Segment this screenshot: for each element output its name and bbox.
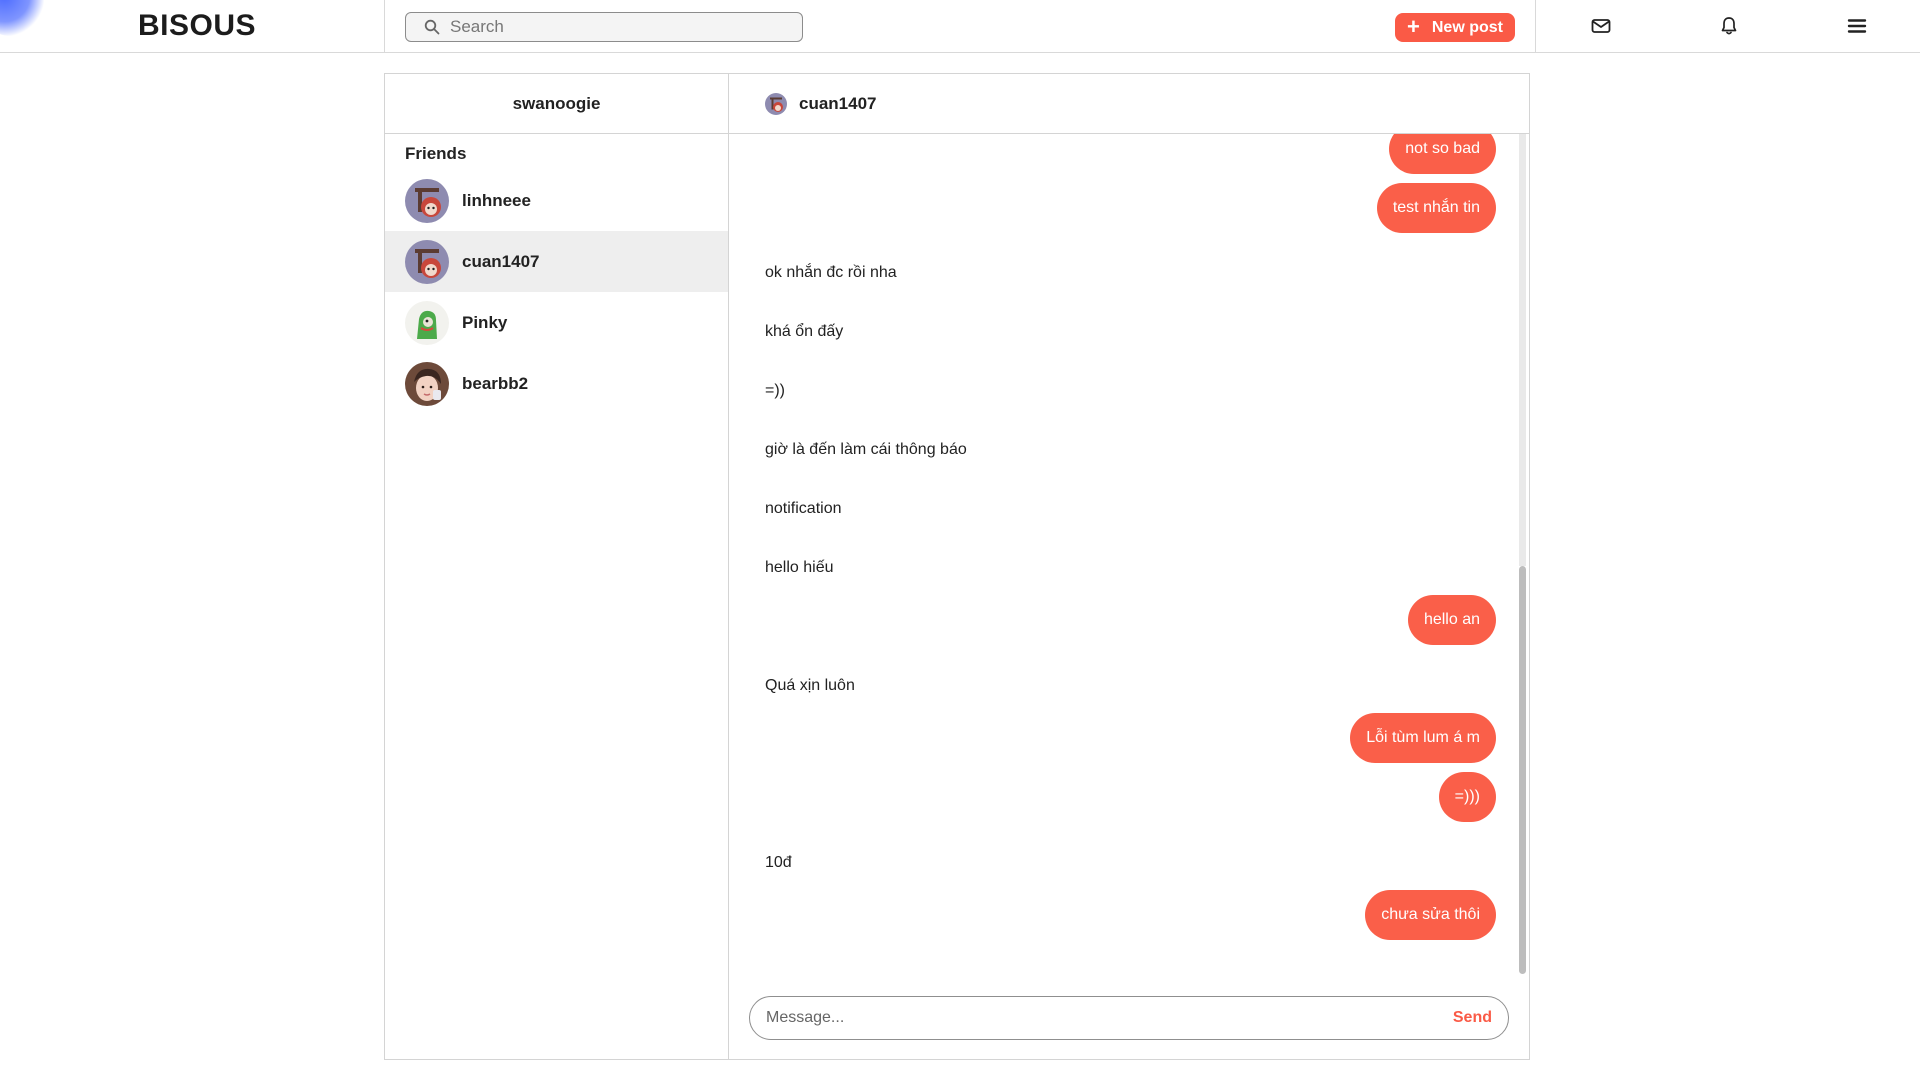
incoming-message: giờ là đến làm cái thông báo	[765, 441, 967, 458]
friend-name: linhneee	[462, 190, 531, 210]
decorative-blob	[0, 0, 44, 36]
bell-icon	[1721, 17, 1737, 35]
friend-item-pinky[interactable]: Pinky	[385, 292, 728, 353]
new-post-label: New post	[1431, 18, 1503, 36]
friend-name: cuan1407	[462, 251, 540, 271]
chat-header: cuan1407	[729, 74, 1529, 134]
scrollbar-track[interactable]	[1519, 134, 1526, 566]
incoming-message: Quá xịn luôn	[765, 677, 855, 694]
outgoing-message: not so bad	[1389, 134, 1496, 174]
incoming-message: notification	[765, 500, 842, 517]
hamburger-menu-icon	[1847, 19, 1867, 33]
avatar	[405, 178, 449, 223]
friend-item-linhneee[interactable]: linhneee	[385, 170, 728, 231]
chat-partner-name: cuan1407	[799, 93, 877, 113]
friend-name: bearbb2	[462, 373, 529, 393]
friend-name: Pinky	[462, 312, 508, 332]
outgoing-message: Lỗi tùm lum á m	[1350, 713, 1496, 763]
send-button[interactable]: Send	[1453, 1009, 1492, 1027]
avatar	[405, 239, 449, 284]
avatar	[405, 361, 449, 406]
current-username: swanoogie	[385, 74, 728, 134]
incoming-message: 10đ	[765, 854, 792, 871]
outgoing-message: test nhắn tin	[1376, 183, 1496, 233]
friend-item-bearbb2[interactable]: bearbb2	[385, 353, 728, 414]
brand-logo[interactable]: BISOUS	[138, 9, 256, 43]
friend-item-cuan1407[interactable]: cuan1407	[385, 231, 728, 292]
notifications-button[interactable]	[1717, 14, 1741, 38]
search-bar[interactable]	[405, 12, 803, 42]
divider	[384, 0, 385, 53]
friends-sidebar: swanoogie Friends linhneee cuan1407 Pink…	[385, 74, 729, 1059]
avatar	[765, 92, 787, 115]
scrollbar-thumb[interactable]	[1519, 566, 1526, 974]
new-post-button[interactable]: + New post	[1395, 13, 1515, 42]
outgoing-message: chưa sửa thôi	[1365, 890, 1496, 940]
friends-heading: Friends	[405, 144, 467, 163]
menu-button[interactable]	[1845, 14, 1869, 38]
messenger-panel: swanoogie Friends linhneee cuan1407 Pink…	[384, 73, 1530, 1060]
top-navigation-bar: BISOUS + New post	[0, 0, 1920, 53]
incoming-message: ok nhắn đc rồi nha	[765, 264, 897, 281]
message-input[interactable]	[766, 1009, 1453, 1027]
incoming-message: khá ổn đấy	[765, 323, 844, 340]
avatar	[405, 300, 449, 345]
outgoing-message: hello an	[1407, 595, 1496, 645]
search-input[interactable]	[450, 17, 780, 37]
messages-button[interactable]	[1589, 14, 1613, 38]
plus-icon: +	[1407, 13, 1420, 39]
message-composer: Send	[749, 996, 1509, 1040]
divider	[1535, 0, 1536, 53]
chat-area: cuan1407 not so bad test nhắn tin ok nhắ…	[729, 74, 1529, 1059]
search-icon	[424, 19, 440, 35]
mail-icon	[1591, 19, 1611, 33]
outgoing-message: =)))	[1438, 772, 1496, 822]
incoming-message: hello hiếu	[765, 559, 834, 576]
incoming-message: =))	[765, 382, 785, 399]
message-list[interactable]: not so bad test nhắn tin ok nhắn đc rồi …	[729, 134, 1529, 986]
